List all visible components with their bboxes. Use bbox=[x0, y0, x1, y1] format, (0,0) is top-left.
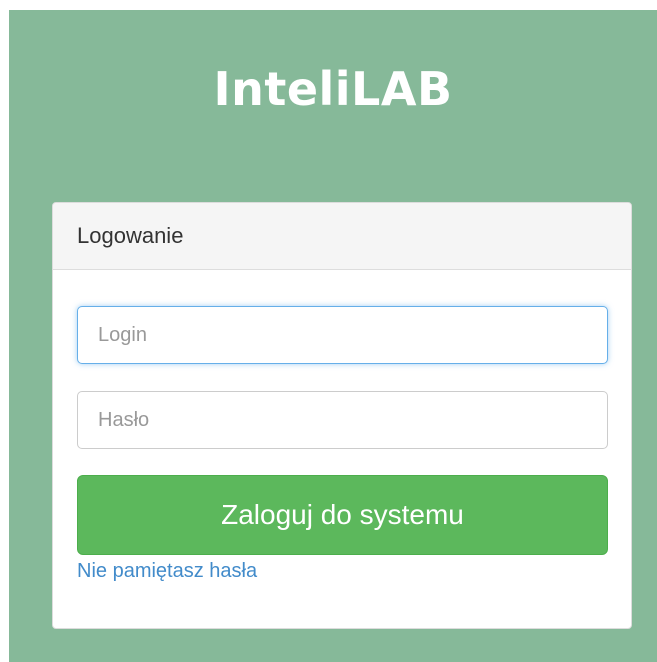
login-input[interactable] bbox=[77, 306, 608, 364]
password-input[interactable] bbox=[77, 391, 608, 449]
login-submit-label: Zaloguj do systemu bbox=[221, 499, 464, 530]
app-title: InteliLAB bbox=[213, 62, 453, 116]
login-submit-button[interactable]: Zaloguj do systemu bbox=[77, 475, 608, 555]
login-card-header: Logowanie bbox=[53, 203, 631, 270]
login-card: Logowanie Zaloguj do systemu Nie pamięta… bbox=[52, 202, 632, 629]
forgot-password-link[interactable]: Nie pamiętasz hasła bbox=[77, 560, 257, 583]
page-background: InteliLAB Logowanie Zaloguj do systemu N… bbox=[9, 10, 657, 662]
